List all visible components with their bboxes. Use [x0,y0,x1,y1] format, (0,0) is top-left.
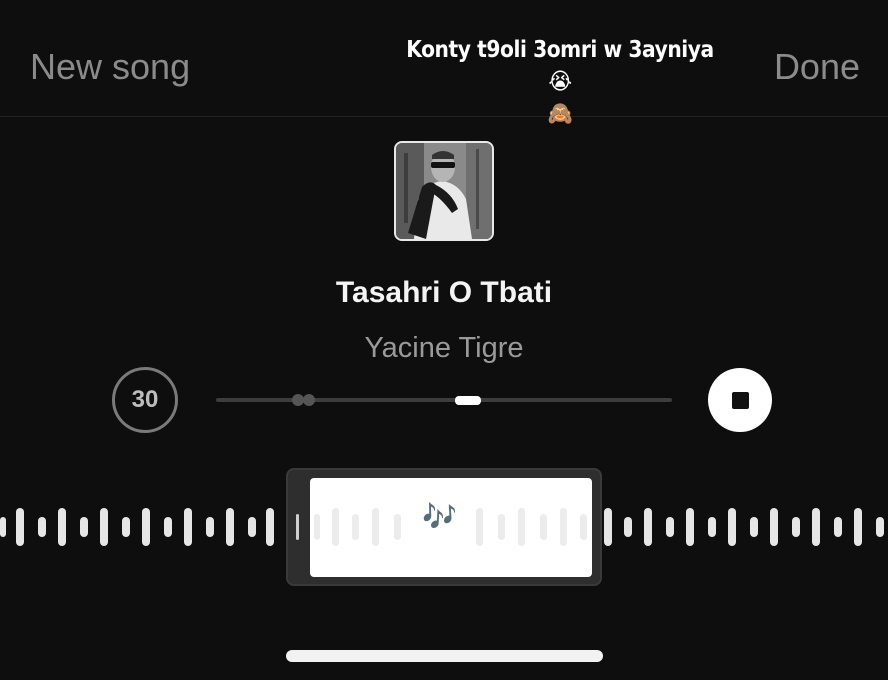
waveform-bar [122,517,130,537]
waveform-bar [58,508,66,546]
waveform-bar [206,517,214,537]
waveform-bar [812,508,820,546]
progress-marker [303,394,315,406]
waveform-bar [80,517,88,537]
selection-bar [540,514,547,540]
waveform-bar [854,508,862,546]
waveform-bar [266,508,274,546]
selection-bar [332,508,339,546]
selection-bar [314,514,320,540]
stop-icon [731,391,749,409]
stop-button[interactable] [708,368,772,432]
selection-bar [580,514,587,540]
waveform-bar [624,517,632,537]
home-indicator[interactable] [286,650,603,662]
waveform-bar [708,517,716,537]
progress-track[interactable] [216,398,672,402]
album-cover-photo [396,143,492,239]
selection-bar [498,514,505,540]
waveform-bar [770,508,778,546]
selection-bar [518,508,525,546]
skip-30-button[interactable]: 30 [112,367,178,433]
waveform-bar [248,517,256,537]
waveform-bar [644,508,652,546]
story-caption: Konty t9oli 3omri w 3ayniya 😭 🙈 [393,34,727,130]
selection-bar [352,514,359,540]
waveform-bar [604,508,612,546]
music-notes-icon: 🎶 [422,500,457,533]
selection-bar [560,508,567,546]
done-button[interactable]: Done [774,46,860,88]
clip-handle-left[interactable] [296,514,299,540]
new-song-button[interactable]: New song [30,46,190,88]
selection-bar [394,514,401,540]
album-cover [394,141,494,241]
waveform-bar [834,517,842,537]
waveform-bar [16,508,24,546]
progress-thumb[interactable] [455,396,481,405]
song-title: Tasahri O Tbati [335,276,553,309]
waveform-bar [728,508,736,546]
waveform-bar [876,517,884,537]
selection-bar [372,508,379,546]
waveform-bar [226,508,234,546]
waveform-bar [184,508,192,546]
caption-line-1: Konty t9oli 3omri w 3ayniya 😭 [406,37,714,95]
caption-line-2: 🙈 [547,101,573,127]
waveform-bar [100,508,108,546]
waveform-bar [666,517,674,537]
waveform-bar [164,517,172,537]
artist-name: Yacine Tigre [364,332,524,364]
waveform-bar [750,517,758,537]
waveform-bar [686,508,694,546]
waveform-bar [142,508,150,546]
waveform-bar [0,517,6,537]
waveform-bar [792,517,800,537]
top-bar: New song Konty t9oli 3omri w 3ayniya 😭 🙈… [0,0,888,127]
waveform-bar [38,517,46,537]
selection-bar [476,508,483,546]
skip-30-label: 30 [131,386,159,413]
